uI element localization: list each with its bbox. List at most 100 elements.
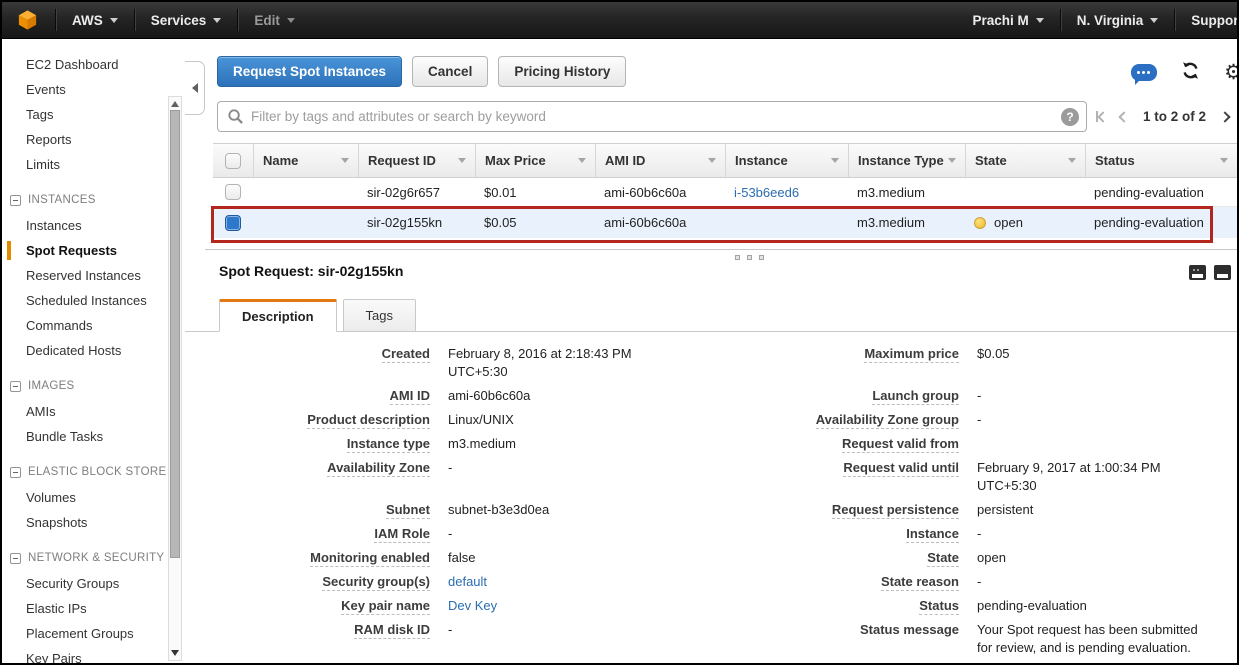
help-icon[interactable]: ? [1061, 108, 1079, 126]
filter-input[interactable] [251, 109, 1056, 124]
chevron-down-icon [1150, 18, 1158, 23]
field-row-security-groups: Security group(s)default [219, 573, 784, 591]
collapse-minus-icon [10, 381, 21, 392]
field-row-availability-zone-group: Availability Zone group- [791, 411, 1229, 429]
first-page-button[interactable] [1096, 111, 1107, 122]
previous-page-button[interactable] [1118, 111, 1129, 122]
sidebar-item-security-groups[interactable]: Security Groups [2, 571, 185, 596]
chevron-down-icon [1036, 18, 1044, 23]
pricing-history-button[interactable]: Pricing History [498, 56, 626, 87]
field-row-status-message: Status messageYour Spot request has been… [791, 621, 1229, 657]
select-all-checkbox-cell [213, 144, 253, 177]
aws-cube-logo-icon[interactable] [16, 8, 39, 32]
sidebar-item-tags[interactable]: Tags [2, 102, 185, 127]
field-row-instance-type: Instance typem3.medium [219, 435, 784, 453]
pane-resize-handle[interactable] [735, 255, 764, 260]
detail-fields-right: Maximum price$0.05 Launch group- Availab… [791, 345, 1229, 663]
scroll-down-icon[interactable] [171, 650, 179, 656]
sidebar-section-instances[interactable]: INSTANCES [2, 188, 185, 213]
sidebar-item-dedicated-hosts[interactable]: Dedicated Hosts [2, 338, 185, 363]
cell-status: pending-evaluation [1085, 215, 1237, 230]
sidebar-item-instances[interactable]: Instances [2, 213, 185, 238]
sidebar-item-snapshots[interactable]: Snapshots [2, 510, 185, 535]
sort-caret-icon [948, 158, 956, 163]
collapse-minus-icon [10, 553, 21, 564]
sidebar-item-commands[interactable]: Commands [2, 313, 185, 338]
cell-status: pending-evaluation [1085, 185, 1237, 200]
next-page-button[interactable] [1219, 111, 1230, 122]
field-row-status: Statuspending-evaluation [791, 597, 1229, 615]
nav-region-menu[interactable]: N. Virginia [1061, 13, 1175, 28]
scroll-up-icon[interactable] [171, 101, 179, 107]
row-checkbox-checked[interactable] [225, 215, 241, 231]
sidebar-item-limits[interactable]: Limits [2, 152, 185, 177]
cell-ami-id: ami-60b6c60a [595, 185, 725, 200]
instance-link[interactable]: i-53b6eed6 [734, 185, 799, 200]
field-row-availability-zone: Availability Zone- [219, 459, 784, 477]
column-header-ami-id[interactable]: AMI ID [595, 144, 725, 177]
nav-support-menu[interactable]: Support [1175, 13, 1239, 28]
sidebar-item-reports[interactable]: Reports [2, 127, 185, 152]
sidebar-item-amis[interactable]: AMIs [2, 399, 185, 424]
feedback-chat-icon[interactable] [1131, 64, 1157, 81]
nav-user-menu[interactable]: Prachi M [956, 13, 1059, 28]
top-nav-bar: AWS Services Edit Prachi M N. Virginia S… [2, 2, 1237, 39]
field-row-instance: Instance- [791, 525, 1229, 543]
sidebar-item-bundle-tasks[interactable]: Bundle Tasks [2, 424, 185, 449]
chevron-down-icon [110, 18, 118, 23]
column-header-name[interactable]: Name [253, 144, 358, 177]
field-row-ami-id: AMI IDami-60b6c60a [219, 387, 784, 405]
filter-bar: ? [217, 101, 1087, 132]
sidebar-section-network-security[interactable]: NETWORK & SECURITY [2, 546, 185, 571]
nav-menu-aws[interactable]: AWS [56, 13, 134, 28]
column-header-max-price[interactable]: Max Price [475, 144, 595, 177]
table-row-selected[interactable]: sir-02g155kn $0.05 ami-60b6c60a m3.mediu… [213, 207, 1237, 238]
key-pair-link[interactable]: Dev Key [448, 597, 497, 615]
security-group-link[interactable]: default [448, 573, 487, 591]
sidebar-item-events[interactable]: Events [2, 77, 185, 102]
request-spot-instances-button[interactable]: Request Spot Instances [217, 56, 402, 87]
table-row[interactable]: sir-02g6r657 $0.01 ami-60b6c60a i-53b6ee… [213, 178, 1237, 207]
field-row-product-description: Product descriptionLinux/UNIX [219, 411, 784, 429]
detail-tabs: Description Tags [219, 299, 416, 332]
sort-caret-icon [578, 158, 586, 163]
column-header-state[interactable]: State [965, 144, 1085, 177]
row-checkbox[interactable] [225, 184, 241, 200]
cell-request-id: sir-02g155kn [358, 215, 475, 230]
column-header-instance-type[interactable]: Instance Type [848, 144, 965, 177]
detail-fields-left: CreatedFebruary 8, 2016 at 2:18:43 PMUTC… [219, 345, 784, 645]
sidebar-item-key-pairs[interactable]: Key Pairs [2, 646, 185, 665]
sidebar-collapse-tab[interactable] [185, 61, 205, 115]
select-all-checkbox[interactable] [225, 153, 241, 169]
column-header-request-id[interactable]: Request ID [358, 144, 475, 177]
cell-instance-type: m3.medium [848, 215, 965, 230]
sidebar-item-reserved-instances[interactable]: Reserved Instances [2, 263, 185, 288]
settings-gear-icon[interactable]: ⚙ [1224, 62, 1239, 83]
tab-tags[interactable]: Tags [343, 299, 416, 332]
refresh-icon[interactable] [1180, 60, 1201, 84]
sidebar-section-images[interactable]: IMAGES [2, 374, 185, 399]
sort-caret-icon [1220, 158, 1228, 163]
column-header-status[interactable]: Status [1085, 144, 1237, 177]
sidebar-item-placement-groups[interactable]: Placement Groups [2, 621, 185, 646]
nav-menu-services[interactable]: Services [135, 13, 238, 28]
cancel-button[interactable]: Cancel [412, 56, 488, 87]
scrollbar-thumb[interactable] [170, 110, 180, 558]
cell-state: open [965, 215, 1085, 230]
sidebar-item-ec2-dashboard[interactable]: EC2 Dashboard [2, 52, 185, 77]
split-pane-icon[interactable] [1189, 265, 1206, 280]
sidebar-item-volumes[interactable]: Volumes [2, 485, 185, 510]
sidebar-item-elastic-ips[interactable]: Elastic IPs [2, 596, 185, 621]
field-row-ram-disk-id: RAM disk ID- [219, 621, 784, 639]
field-row-key-pair-name: Key pair nameDev Key [219, 597, 784, 615]
sidebar-section-elastic-block-store[interactable]: ELASTIC BLOCK STORE [2, 460, 185, 485]
collapse-minus-icon [10, 467, 21, 478]
maximize-pane-icon[interactable] [1214, 265, 1231, 280]
tab-description[interactable]: Description [219, 299, 337, 332]
nav-menu-edit[interactable]: Edit [238, 13, 311, 28]
sidebar-scrollbar[interactable] [168, 96, 182, 661]
sidebar-item-spot-requests[interactable]: Spot Requests [2, 238, 185, 263]
column-header-instance[interactable]: Instance [725, 144, 848, 177]
sidebar-item-scheduled-instances[interactable]: Scheduled Instances [2, 288, 185, 313]
cell-request-id: sir-02g6r657 [358, 185, 475, 200]
